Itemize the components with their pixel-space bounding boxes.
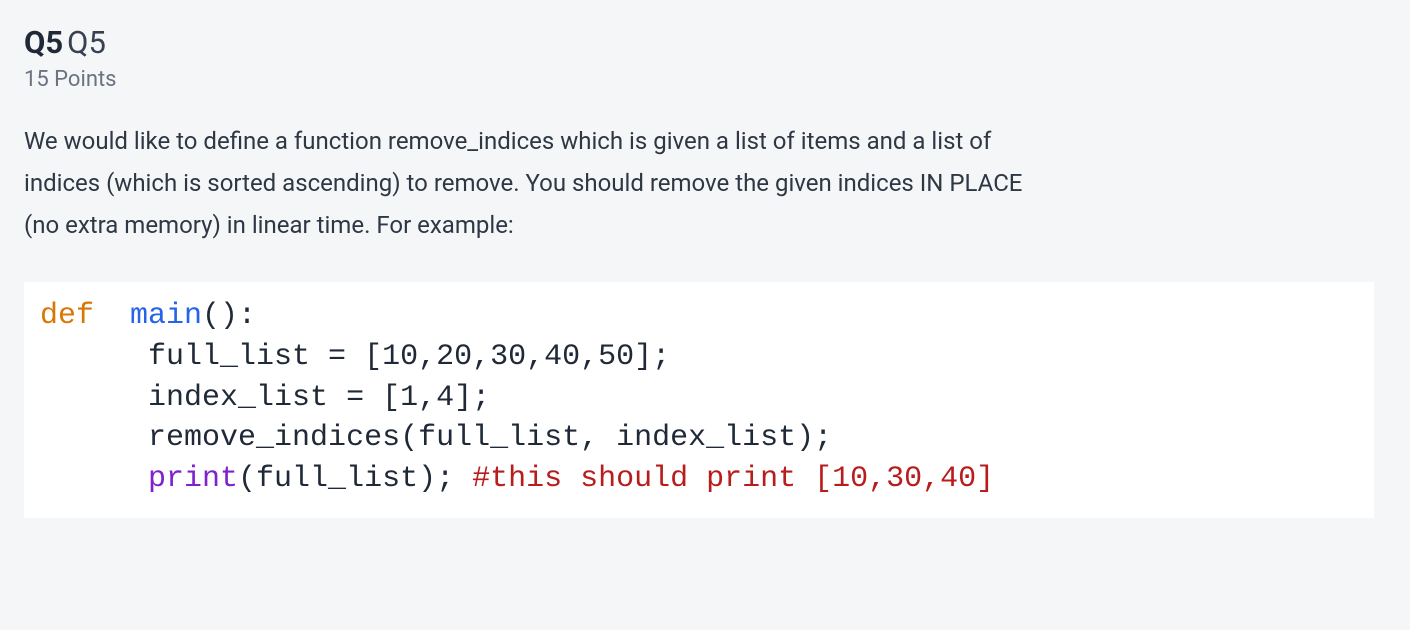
code-text: (full_list);: [238, 462, 472, 496]
question-number: Q5: [24, 24, 63, 61]
code-text: ():: [202, 299, 256, 333]
code-builtin-print: print: [148, 462, 238, 496]
question-description: We would like to define a function remov…: [24, 120, 1044, 246]
question-points: 15 Points: [24, 67, 1386, 92]
code-line-2: full_list = [10,20,30,40,50];: [148, 340, 670, 374]
code-indent: [40, 462, 148, 496]
code-line-3: index_list = [1,4];: [148, 381, 490, 415]
code-block: def main(): full_list = [10,20,30,40,50]…: [24, 282, 1374, 518]
code-keyword-def: def: [40, 299, 94, 333]
code-line-4: remove_indices(full_list, index_list);: [148, 421, 832, 455]
code-space: [94, 299, 130, 333]
question-title: Q5: [67, 24, 106, 61]
code-indent: [40, 340, 148, 374]
code-funcname-main: main: [130, 299, 202, 333]
code-indent: [40, 421, 148, 455]
question-header: Q5 Q5: [24, 24, 1386, 61]
code-comment: #this should print [10,30,40]: [472, 462, 994, 496]
code-indent: [40, 381, 148, 415]
